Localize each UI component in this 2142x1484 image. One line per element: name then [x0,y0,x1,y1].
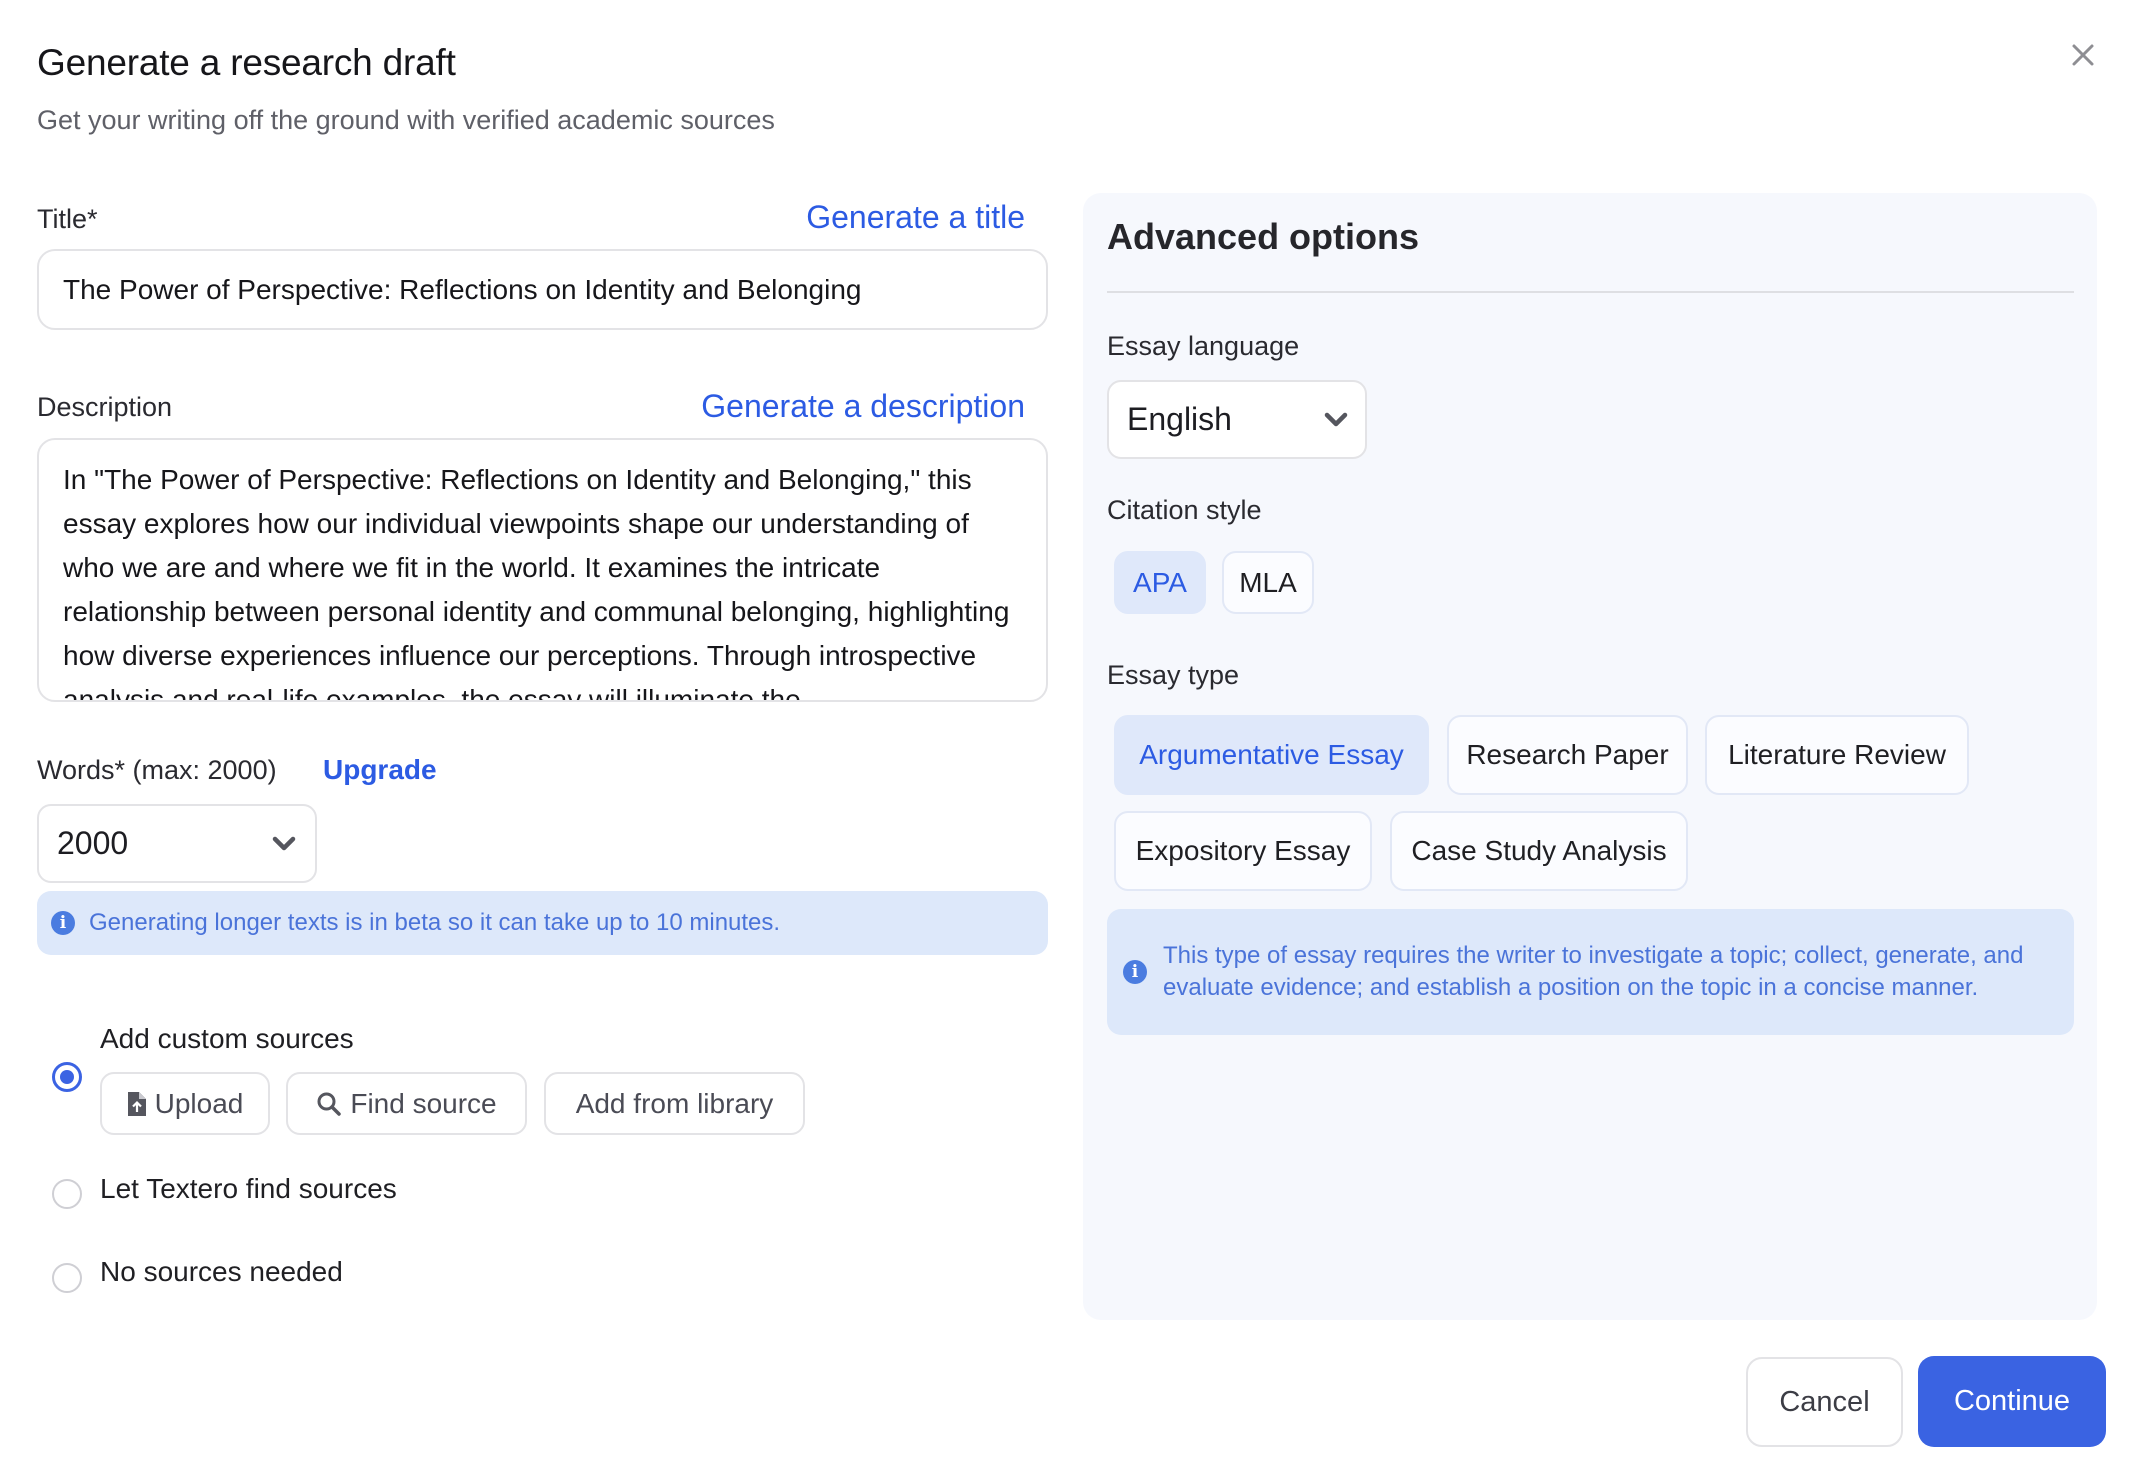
cancel-button[interactable]: Cancel [1746,1357,1903,1447]
add-from-library-button[interactable]: Add from library [544,1072,805,1135]
generate-description-link[interactable]: Generate a description [701,388,1025,425]
title-input[interactable]: The Power of Perspective: Reflections on… [37,249,1048,330]
continue-button[interactable]: Continue [1918,1356,2106,1447]
upload-button[interactable]: Upload [100,1072,270,1135]
close-button[interactable] [2068,40,2098,70]
chevron-down-icon [1324,412,1348,426]
title-input-value: The Power of Perspective: Reflections on… [63,273,862,305]
title-label: Title* [37,204,98,234]
essay-language-label: Essay language [1107,331,1300,361]
radio-add-custom-sources[interactable] [52,1062,82,1092]
words-select-value: 2000 [57,825,129,861]
option-no-sources-needed[interactable]: No sources needed [100,1256,343,1288]
essay-type-case-study[interactable]: Case Study Analysis [1390,811,1688,891]
citation-apa[interactable]: APA [1114,551,1206,614]
essay-type-expository[interactable]: Expository Essay [1114,811,1372,891]
chevron-down-icon [272,836,296,850]
info-icon: i [51,911,75,935]
essay-language-value: English [1125,395,1316,444]
dialog-subtitle: Get your writing off the ground with ver… [37,105,775,135]
info-icon: i [1123,960,1147,984]
essay-type-literature-review[interactable]: Literature Review [1705,715,1969,795]
description-label: Description [37,392,173,422]
close-icon [2072,44,2094,66]
upload-label: Upload [154,1087,244,1119]
add-from-library-label: Add from library [575,1087,774,1119]
radio-no-sources-needed[interactable] [52,1263,82,1293]
description-value: In "The Power of Perspective: Reflection… [63,464,1010,702]
words-label: Words* (max: 2000) [37,755,277,785]
generate-title-link[interactable]: Generate a title [806,199,1025,236]
essay-language-select[interactable]: English [1107,380,1367,459]
option-add-custom-sources[interactable]: Add custom sources [100,1023,354,1055]
dialog-title: Generate a research draft [37,42,456,83]
find-source-button[interactable]: Find source [286,1072,527,1135]
beta-notice: i Generating longer texts is in beta so … [37,891,1048,955]
essay-type-info-text: This type of essay requires the writer t… [1163,942,2024,1001]
essay-type-research-paper[interactable]: Research Paper [1447,715,1688,795]
radio-let-textero-find-sources[interactable] [52,1179,82,1209]
file-upload-icon [127,1091,146,1116]
essay-type-argumentative[interactable]: Argumentative Essay [1114,715,1429,795]
description-textarea[interactable]: In "The Power of Perspective: Reflection… [37,438,1048,702]
essay-type-info: i This type of essay requires the writer… [1107,909,2074,1035]
divider [1107,291,2074,293]
search-icon [317,1092,342,1116]
words-select[interactable]: 2000 [37,804,317,883]
option-let-textero-find-sources[interactable]: Let Textero find sources [100,1173,397,1205]
essay-type-label: Essay type [1107,660,1240,690]
advanced-options-title: Advanced options [1107,216,1420,257]
beta-notice-text: Generating longer texts is in beta so it… [89,909,781,936]
citation-mla[interactable]: MLA [1222,551,1314,614]
citation-style-label: Citation style [1107,495,1262,525]
find-source-label: Find source [350,1087,497,1119]
upgrade-link[interactable]: Upgrade [323,754,437,786]
